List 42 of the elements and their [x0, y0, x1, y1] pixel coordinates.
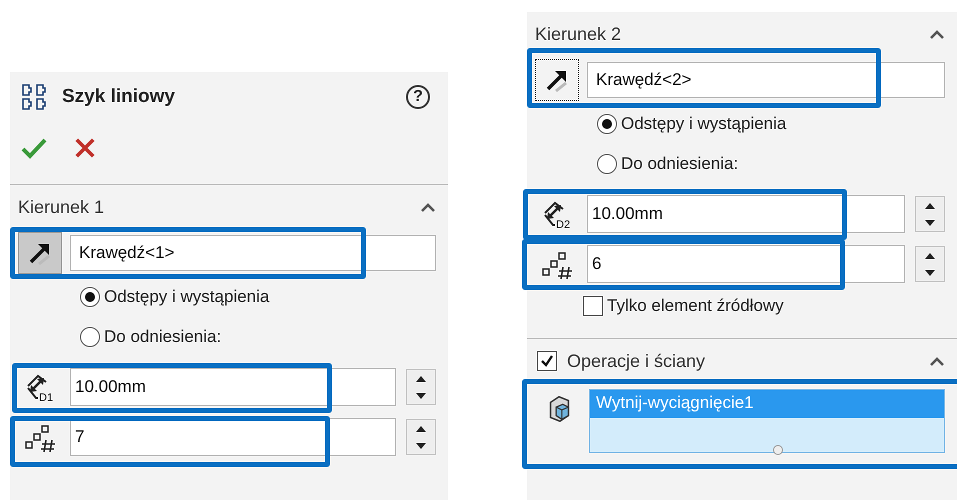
checkbox-label: Tylko element źródłowy	[607, 296, 784, 316]
triangle-down-icon	[416, 392, 426, 398]
triangle-up-icon	[416, 426, 426, 432]
spinner-control[interactable]	[915, 196, 945, 232]
collapse-caret-icon[interactable]	[929, 356, 945, 366]
radio-label: Do odniesienia:	[104, 327, 222, 347]
direction-arrow-button[interactable]	[535, 59, 579, 101]
checkbox[interactable]	[583, 296, 603, 316]
radio-label: Do odniesienia:	[621, 154, 738, 174]
spinner-control[interactable]	[406, 369, 436, 405]
triangle-down-icon	[416, 442, 426, 448]
radio-label: Odstępy i wystąpienia	[621, 114, 786, 134]
triangle-up-icon	[925, 202, 935, 208]
spacing-field[interactable]: 10.00mm	[587, 195, 905, 233]
resize-handle[interactable]	[773, 445, 783, 455]
edge-field[interactable]: Krawędź<1>	[70, 235, 436, 271]
radio-label: Odstępy i wystąpienia	[104, 287, 270, 307]
triangle-down-icon	[925, 270, 935, 276]
help-button[interactable]: ?	[406, 85, 430, 109]
section-title: Kierunek 1	[18, 196, 104, 218]
section-title: Kierunek 2	[535, 24, 622, 44]
instances-field[interactable]: 7	[70, 418, 396, 456]
triangle-up-icon	[416, 376, 426, 382]
feature-title: Szyk liniowy	[62, 86, 176, 108]
instances-field[interactable]: 6	[587, 245, 905, 283]
checkbox[interactable]	[537, 351, 557, 371]
spacing-field[interactable]: 10.00mm	[70, 368, 396, 406]
cancel-x-icon[interactable]	[74, 137, 96, 159]
ok-checkmark-icon[interactable]	[20, 136, 48, 160]
direction-arrow-button[interactable]	[18, 232, 62, 274]
spinner-control[interactable]	[915, 246, 945, 282]
radio-button[interactable]	[597, 114, 617, 134]
collapse-caret-icon[interactable]	[929, 29, 945, 39]
triangle-up-icon	[925, 252, 935, 258]
edge-field[interactable]: Krawędź<2>	[587, 62, 945, 98]
radio-button[interactable]	[80, 287, 100, 307]
radio-button[interactable]	[597, 154, 617, 174]
triangle-down-icon	[925, 220, 935, 226]
section-title: Operacje i ściany	[567, 350, 706, 372]
spinner-control[interactable]	[406, 419, 436, 455]
collapse-caret-icon[interactable]	[420, 202, 436, 212]
radio-button[interactable]	[80, 327, 100, 347]
